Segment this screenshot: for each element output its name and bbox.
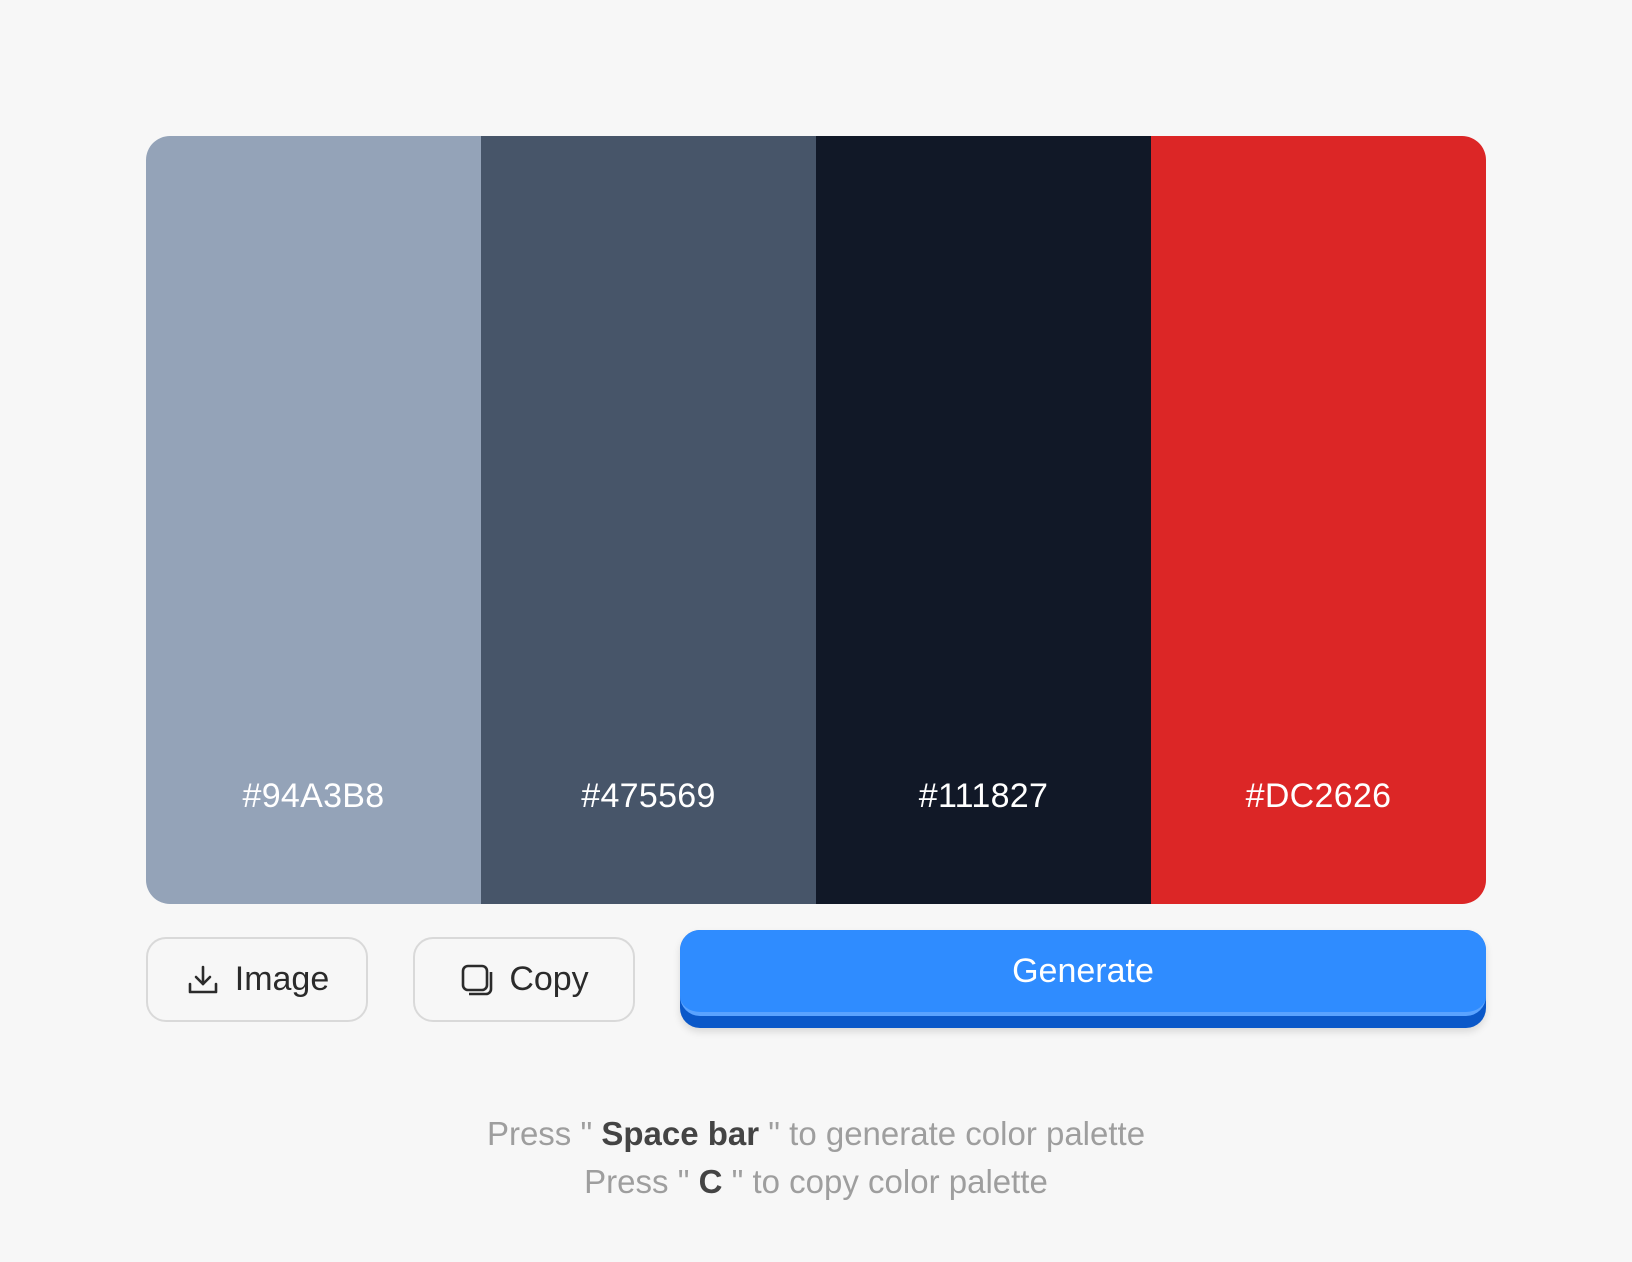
- copy-icon: [459, 962, 495, 998]
- hint-copy: Press " C " to copy color palette: [0, 1158, 1632, 1206]
- hint-text: Press ": [584, 1163, 699, 1200]
- generate-label: Generate: [1012, 951, 1154, 990]
- color-swatch-4[interactable]: #DC2626: [1151, 136, 1486, 904]
- color-hex-label[interactable]: #111827: [816, 776, 1151, 816]
- hint-text: " to copy color palette: [722, 1163, 1048, 1200]
- color-hex-label[interactable]: #475569: [481, 776, 816, 816]
- color-palette: #94A3B8 #475569 #111827 #DC2626: [146, 136, 1486, 904]
- color-swatch-3[interactable]: #111827: [816, 136, 1151, 904]
- download-image-label: Image: [234, 960, 330, 998]
- generate-button-face[interactable]: Generate: [680, 930, 1486, 1016]
- download-icon: [185, 962, 221, 998]
- hint-text: " to generate color palette: [759, 1115, 1146, 1152]
- color-swatch-1[interactable]: #94A3B8: [146, 136, 481, 904]
- download-image-button[interactable]: Image: [146, 937, 368, 1022]
- copy-palette-button[interactable]: Copy: [413, 937, 635, 1022]
- generate-button[interactable]: Generate: [680, 930, 1486, 1028]
- copy-palette-label: Copy: [509, 960, 589, 998]
- hint-key: Space bar: [601, 1115, 760, 1152]
- hint-text: Press ": [486, 1115, 602, 1152]
- color-hex-label[interactable]: #DC2626: [1151, 776, 1486, 816]
- color-swatch-2[interactable]: #475569: [481, 136, 816, 904]
- color-hex-label[interactable]: #94A3B8: [146, 776, 481, 816]
- keyboard-hints: Press " Space bar " to generate color pa…: [0, 1110, 1632, 1206]
- hint-generate: Press " Space bar " to generate color pa…: [0, 1110, 1632, 1158]
- hint-key: C: [698, 1163, 723, 1200]
